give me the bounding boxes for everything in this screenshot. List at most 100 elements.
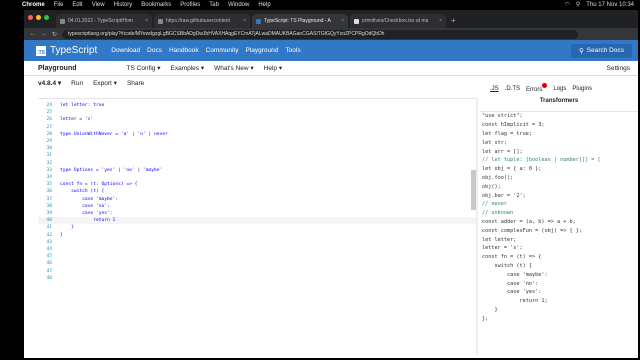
editor-line[interactable]: 31 [38,152,476,159]
editor-line[interactable]: 25 [38,109,476,116]
menu-whats-new[interactable]: What's New ▾ [214,64,254,72]
menubar-item-edit[interactable]: Edit [72,2,82,8]
editor-line[interactable]: 39 case 'yes': [38,210,476,217]
nav-download[interactable]: Download [111,47,140,54]
code-text[interactable]: case 'no': [60,204,110,209]
output-line: const fn = (t) => { [482,254,542,261]
minimize-window-icon[interactable] [36,15,41,20]
settings-link[interactable]: Settings [607,65,631,72]
tab-logs[interactable]: Logs [553,86,566,92]
run-button[interactable]: Run [71,80,83,87]
close-icon[interactable]: × [145,18,148,24]
menu-help[interactable]: Help ▾ [264,64,282,72]
editor-line[interactable]: 30 [38,145,476,152]
output-line: let str; [482,139,507,146]
typescript-logo[interactable]: TS [36,45,46,56]
close-icon[interactable]: × [243,18,246,24]
menu-examples[interactable]: Examples ▾ [171,64,205,72]
code-text[interactable]: type UnionWithNever = 'a' | 'n' | never [60,132,168,137]
code-editor[interactable]: 24 let letter: true 25 26 letter = 's' 27 28 ty… [38,98,476,354]
menu-ts-config[interactable]: TS Config ▾ [127,64,161,72]
editor-line[interactable]: 28 type UnionWithNever = 'a' | 'n' | neve… [38,131,476,138]
url-input[interactable]: typescriptlang.org/play?#code/MYewdgzgLg… [62,29,578,39]
tab-js[interactable]: .JS [490,86,499,92]
editor-line[interactable]: 43 [38,239,476,246]
wifi-icon[interactable]: ◠ [565,1,570,8]
tab-dts[interactable]: .D.TS [505,86,520,92]
search-docs-button[interactable]: ⚲ Search Docs [571,43,632,58]
code-text[interactable]: type Options = 'yes' | 'no' | 'maybe' [60,168,162,173]
code-text[interactable]: return 1 [60,218,115,223]
menubar-item-tab[interactable]: Tab [209,2,219,8]
editor-line[interactable]: 45 [38,253,476,260]
editor-line[interactable]: 46 [38,260,476,267]
editor-line[interactable]: 32 [38,160,476,167]
menubar-app-name[interactable]: Chrome [22,2,45,8]
menubar-clock[interactable]: Thu 17 Nov 10:34 [586,2,634,8]
close-icon[interactable]: × [341,18,344,24]
editor-line[interactable]: 47 [38,268,476,275]
menubar-item-bookmarks[interactable]: Bookmarks [141,2,171,8]
code-text[interactable]: switch (t) { [60,189,104,194]
reload-icon[interactable]: ↻ [52,31,57,38]
editor-line[interactable]: 41 } [38,224,476,231]
editor-line[interactable]: 38 case 'no': [38,203,476,210]
editor-scrollbar-thumb[interactable] [471,170,476,210]
new-tab-icon[interactable]: + [451,16,456,25]
tab-favicon-icon [60,18,65,24]
nav-community[interactable]: Community [206,47,239,54]
line-number: 46 [46,261,52,267]
share-button[interactable]: Share [127,80,144,87]
editor-line[interactable]: 35 const fn = (t: Options) => { [38,181,476,188]
tab-errors[interactable]: Errors [526,82,548,93]
editor-line[interactable]: 33 type Options = 'yes' | 'no' | 'maybe' [38,167,476,174]
version-select[interactable]: v4.8.4 ▾ [38,79,61,87]
browser-tab[interactable]: 04.01.2022 - TypeScript/Hom × [56,14,152,28]
site-brand[interactable]: TypeScript [50,45,97,56]
editor-line[interactable]: 27 [38,124,476,131]
menubar-item-help[interactable]: Help [258,2,270,8]
tab-title: https://raw.githubusercontent [166,18,230,24]
close-window-icon[interactable] [28,15,33,20]
code-text[interactable]: } [60,233,63,238]
editor-line[interactable]: 34 [38,174,476,181]
close-icon[interactable]: × [439,18,442,24]
search-icon[interactable]: ⚲ [576,1,580,8]
zoom-window-icon[interactable] [44,15,49,20]
browser-tab[interactable]: primitives/Checkbox.tsx at ma × [350,14,446,28]
nav-handbook[interactable]: Handbook [169,47,199,54]
tab-errors-label: Errors [526,86,543,93]
editor-line[interactable]: 24 let letter: true [38,102,476,109]
editor-line[interactable]: 37 case 'maybe': [38,196,476,203]
line-number: 41 [46,225,52,231]
menubar-item-window[interactable]: Window [228,2,249,8]
editor-line[interactable]: 26 letter = 's' [38,116,476,123]
browser-tab[interactable]: https://raw.githubusercontent × [154,14,250,28]
editor-line[interactable]: 44 [38,246,476,253]
menubar-item-file[interactable]: File [54,2,64,8]
editor-line[interactable]: 29 [38,138,476,145]
browser-tab-active[interactable]: TypeScript: TS Playground - A × [252,14,348,28]
back-icon[interactable]: ← [30,31,36,37]
code-text[interactable]: letter = 's' [60,117,93,122]
code-text[interactable]: case 'yes': [60,211,112,216]
code-text[interactable]: let letter: true [60,103,104,108]
line-number: 24 [46,103,52,108]
menubar-item-history[interactable]: History [114,2,133,8]
forward-icon[interactable]: → [41,31,47,37]
export-button[interactable]: Export ▾ [93,79,117,87]
editor-line[interactable]: 36 switch (t) { [38,188,476,195]
menubar-item-profiles[interactable]: Profiles [180,2,200,8]
editor-line[interactable]: 48 [38,275,476,282]
code-text[interactable]: case 'maybe': [60,197,118,202]
nav-playground[interactable]: Playground [246,47,279,54]
nav-docs[interactable]: Docs [147,47,162,54]
nav-tools[interactable]: Tools [285,47,300,54]
editor-line[interactable]: 40 return 1 [38,217,476,225]
tab-plugins[interactable]: Plugins [572,86,592,92]
menubar-item-view[interactable]: View [92,2,105,8]
editor-scrollbar-track[interactable] [476,98,478,354]
editor-line[interactable]: 42} [38,232,476,239]
code-text[interactable]: const fn = (t: Options) => { [60,182,137,187]
code-text[interactable]: } [60,225,74,230]
